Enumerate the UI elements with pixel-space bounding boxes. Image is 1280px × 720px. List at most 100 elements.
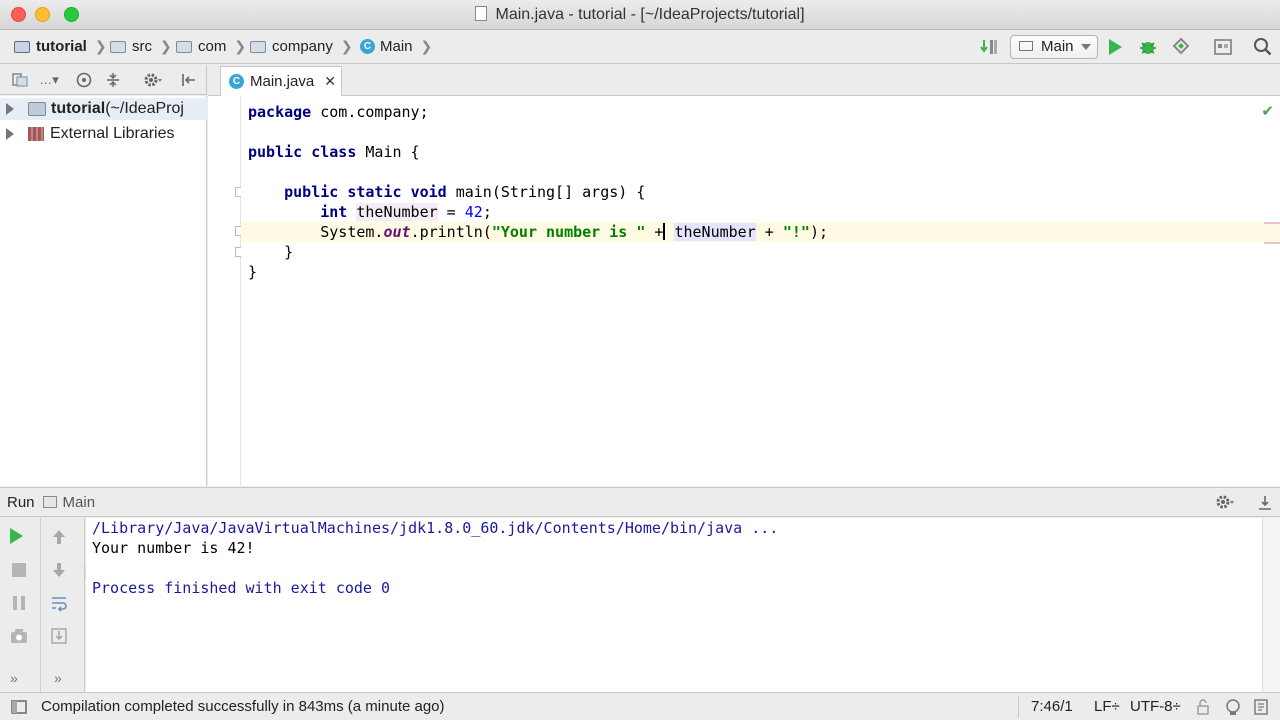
code-operator: + bbox=[645, 223, 664, 241]
code-line-7: System.out.println("Your number is " + t… bbox=[248, 222, 828, 242]
breadcrumb-tutorial[interactable]: tutorial ❯ bbox=[14, 38, 107, 55]
breadcrumb-separator-icon: ❯ bbox=[94, 38, 107, 54]
breadcrumb-company[interactable]: company ❯ bbox=[250, 38, 353, 55]
file-encoding-select[interactable]: UTF-8÷ bbox=[1130, 698, 1181, 715]
play-icon bbox=[1108, 39, 1122, 55]
no-errors-check-icon[interactable]: ✔ bbox=[1261, 102, 1274, 120]
project-view-dropdown-icon[interactable]: …▾ bbox=[38, 69, 60, 91]
run-config-icon bbox=[42, 496, 57, 508]
console-line: Your number is 42! bbox=[92, 539, 255, 557]
text-caret bbox=[663, 223, 666, 240]
more-actions-icon[interactable]: » bbox=[54, 670, 72, 688]
run-tab-label[interactable]: Main bbox=[63, 494, 96, 511]
code-text: .println( bbox=[410, 223, 492, 241]
dump-threads-button[interactable] bbox=[10, 627, 28, 645]
rerun-button[interactable] bbox=[10, 528, 28, 546]
search-everywhere-button[interactable] bbox=[1252, 36, 1274, 58]
toolbar-divider bbox=[40, 518, 41, 692]
toggle-tool-windows-icon[interactable] bbox=[8, 696, 30, 718]
scroll-up-button[interactable] bbox=[50, 528, 68, 546]
code-text: System. bbox=[320, 223, 384, 241]
console-line: Process finished with exit code 0 bbox=[92, 579, 391, 597]
keyword: package bbox=[248, 103, 312, 121]
folder-icon bbox=[176, 40, 192, 53]
editor-gutter bbox=[208, 96, 245, 486]
scroll-to-end-icon bbox=[51, 628, 67, 644]
search-icon bbox=[1254, 38, 1272, 56]
run-button[interactable] bbox=[1104, 36, 1126, 58]
stop-button[interactable] bbox=[10, 561, 28, 579]
error-stripe-mark[interactable] bbox=[1264, 222, 1280, 224]
pause-button[interactable] bbox=[10, 594, 28, 612]
keyword: public bbox=[284, 183, 339, 201]
code-line-1: package com.company; bbox=[248, 102, 429, 122]
hide-run-panel-icon[interactable] bbox=[1254, 491, 1276, 513]
close-tab-icon[interactable]: ✕ bbox=[324, 73, 336, 90]
breadcrumb-src[interactable]: src ❯ bbox=[110, 38, 172, 55]
scroll-to-end-button[interactable] bbox=[50, 627, 68, 645]
run-panel-settings-gear-icon[interactable] bbox=[1214, 491, 1236, 513]
tab-main-java[interactable]: C Main.java ✕ bbox=[220, 66, 342, 96]
code-line-8: } bbox=[248, 242, 293, 262]
caret-position[interactable]: 7:46/1 bbox=[1031, 698, 1073, 715]
project-structure-icon bbox=[1214, 39, 1232, 55]
tree-item-external-libraries[interactable]: External Libraries bbox=[0, 123, 207, 145]
expand-arrow-icon[interactable] bbox=[6, 128, 14, 140]
inspector-icon[interactable] bbox=[1222, 696, 1244, 718]
error-stripe-mark[interactable] bbox=[1264, 242, 1280, 244]
code-text: + bbox=[755, 223, 783, 241]
project-view-icon[interactable] bbox=[10, 69, 32, 91]
scroll-from-source-icon[interactable] bbox=[73, 69, 95, 91]
number-literal: 42 bbox=[464, 203, 483, 221]
read-only-lock-icon[interactable] bbox=[1192, 696, 1214, 718]
run-with-coverage-button[interactable] bbox=[1170, 36, 1192, 58]
keyword: public bbox=[248, 143, 303, 161]
window-title-wrap: Main.java - tutorial - [~/IdeaProjects/t… bbox=[0, 6, 1280, 24]
event-log-icon[interactable] bbox=[1250, 696, 1272, 718]
status-bar: Compilation completed successfully in 84… bbox=[0, 692, 1280, 720]
code-line-6: int theNumber = 42; bbox=[248, 202, 492, 222]
more-actions-icon[interactable]: » bbox=[10, 670, 28, 688]
soft-wrap-button[interactable] bbox=[50, 594, 68, 612]
variable-name: theNumber bbox=[674, 223, 756, 241]
console-output[interactable]: /Library/Java/JavaVirtualMachines/jdk1.8… bbox=[86, 518, 1262, 692]
code-editor[interactable]: package com.company; public class Main {… bbox=[241, 96, 1280, 486]
soft-wrap-icon bbox=[52, 597, 67, 612]
code-line-3: public class Main { bbox=[248, 142, 420, 162]
coverage-icon bbox=[1172, 37, 1190, 55]
project-structure-button[interactable] bbox=[1212, 36, 1234, 58]
breadcrumb-main[interactable]: C Main ❯ bbox=[360, 38, 432, 55]
tree-item-label: External Libraries bbox=[50, 125, 175, 142]
console-vertical-scrollbar[interactable] bbox=[1262, 518, 1280, 692]
debug-button[interactable] bbox=[1137, 36, 1159, 58]
hide-panel-icon[interactable] bbox=[178, 69, 200, 91]
tree-item-label: tutorial bbox=[51, 100, 106, 117]
run-configuration-select[interactable]: Main bbox=[1010, 35, 1098, 59]
tree-item-tutorial[interactable]: tutorial (~/IdeaProj bbox=[0, 98, 207, 120]
keyword: void bbox=[410, 183, 447, 201]
string-literal: "!" bbox=[782, 223, 810, 241]
variable-name: theNumber bbox=[356, 203, 438, 221]
arrow-down-icon bbox=[53, 563, 65, 577]
run-panel-label[interactable]: Run bbox=[7, 494, 35, 511]
build-project-icon[interactable] bbox=[978, 36, 1000, 58]
library-icon bbox=[28, 127, 44, 141]
expand-arrow-icon[interactable] bbox=[6, 103, 14, 115]
editor-tabs-bar: C Main.java ✕ bbox=[208, 65, 1280, 96]
project-tree-panel: tutorial (~/IdeaProj External Libraries bbox=[0, 96, 207, 578]
status-message: Compilation completed successfully in 84… bbox=[41, 698, 445, 715]
settings-gear-icon[interactable] bbox=[142, 69, 164, 91]
collapse-all-icon[interactable] bbox=[102, 69, 124, 91]
pause-icon bbox=[13, 596, 25, 610]
line-separator-select[interactable]: LF÷ bbox=[1094, 698, 1120, 715]
scroll-down-button[interactable] bbox=[50, 561, 68, 579]
breadcrumb-label: com bbox=[198, 38, 227, 55]
folder-icon bbox=[250, 40, 266, 53]
chevron-down-icon bbox=[1081, 44, 1091, 50]
keyword: int bbox=[320, 203, 348, 221]
code-text: main(String[] args) { bbox=[446, 183, 646, 201]
tree-item-path: (~/IdeaProj bbox=[105, 100, 184, 117]
keyword: class bbox=[311, 143, 357, 161]
breadcrumb-separator-icon: ❯ bbox=[160, 38, 172, 54]
breadcrumb-com[interactable]: com ❯ bbox=[176, 38, 246, 55]
